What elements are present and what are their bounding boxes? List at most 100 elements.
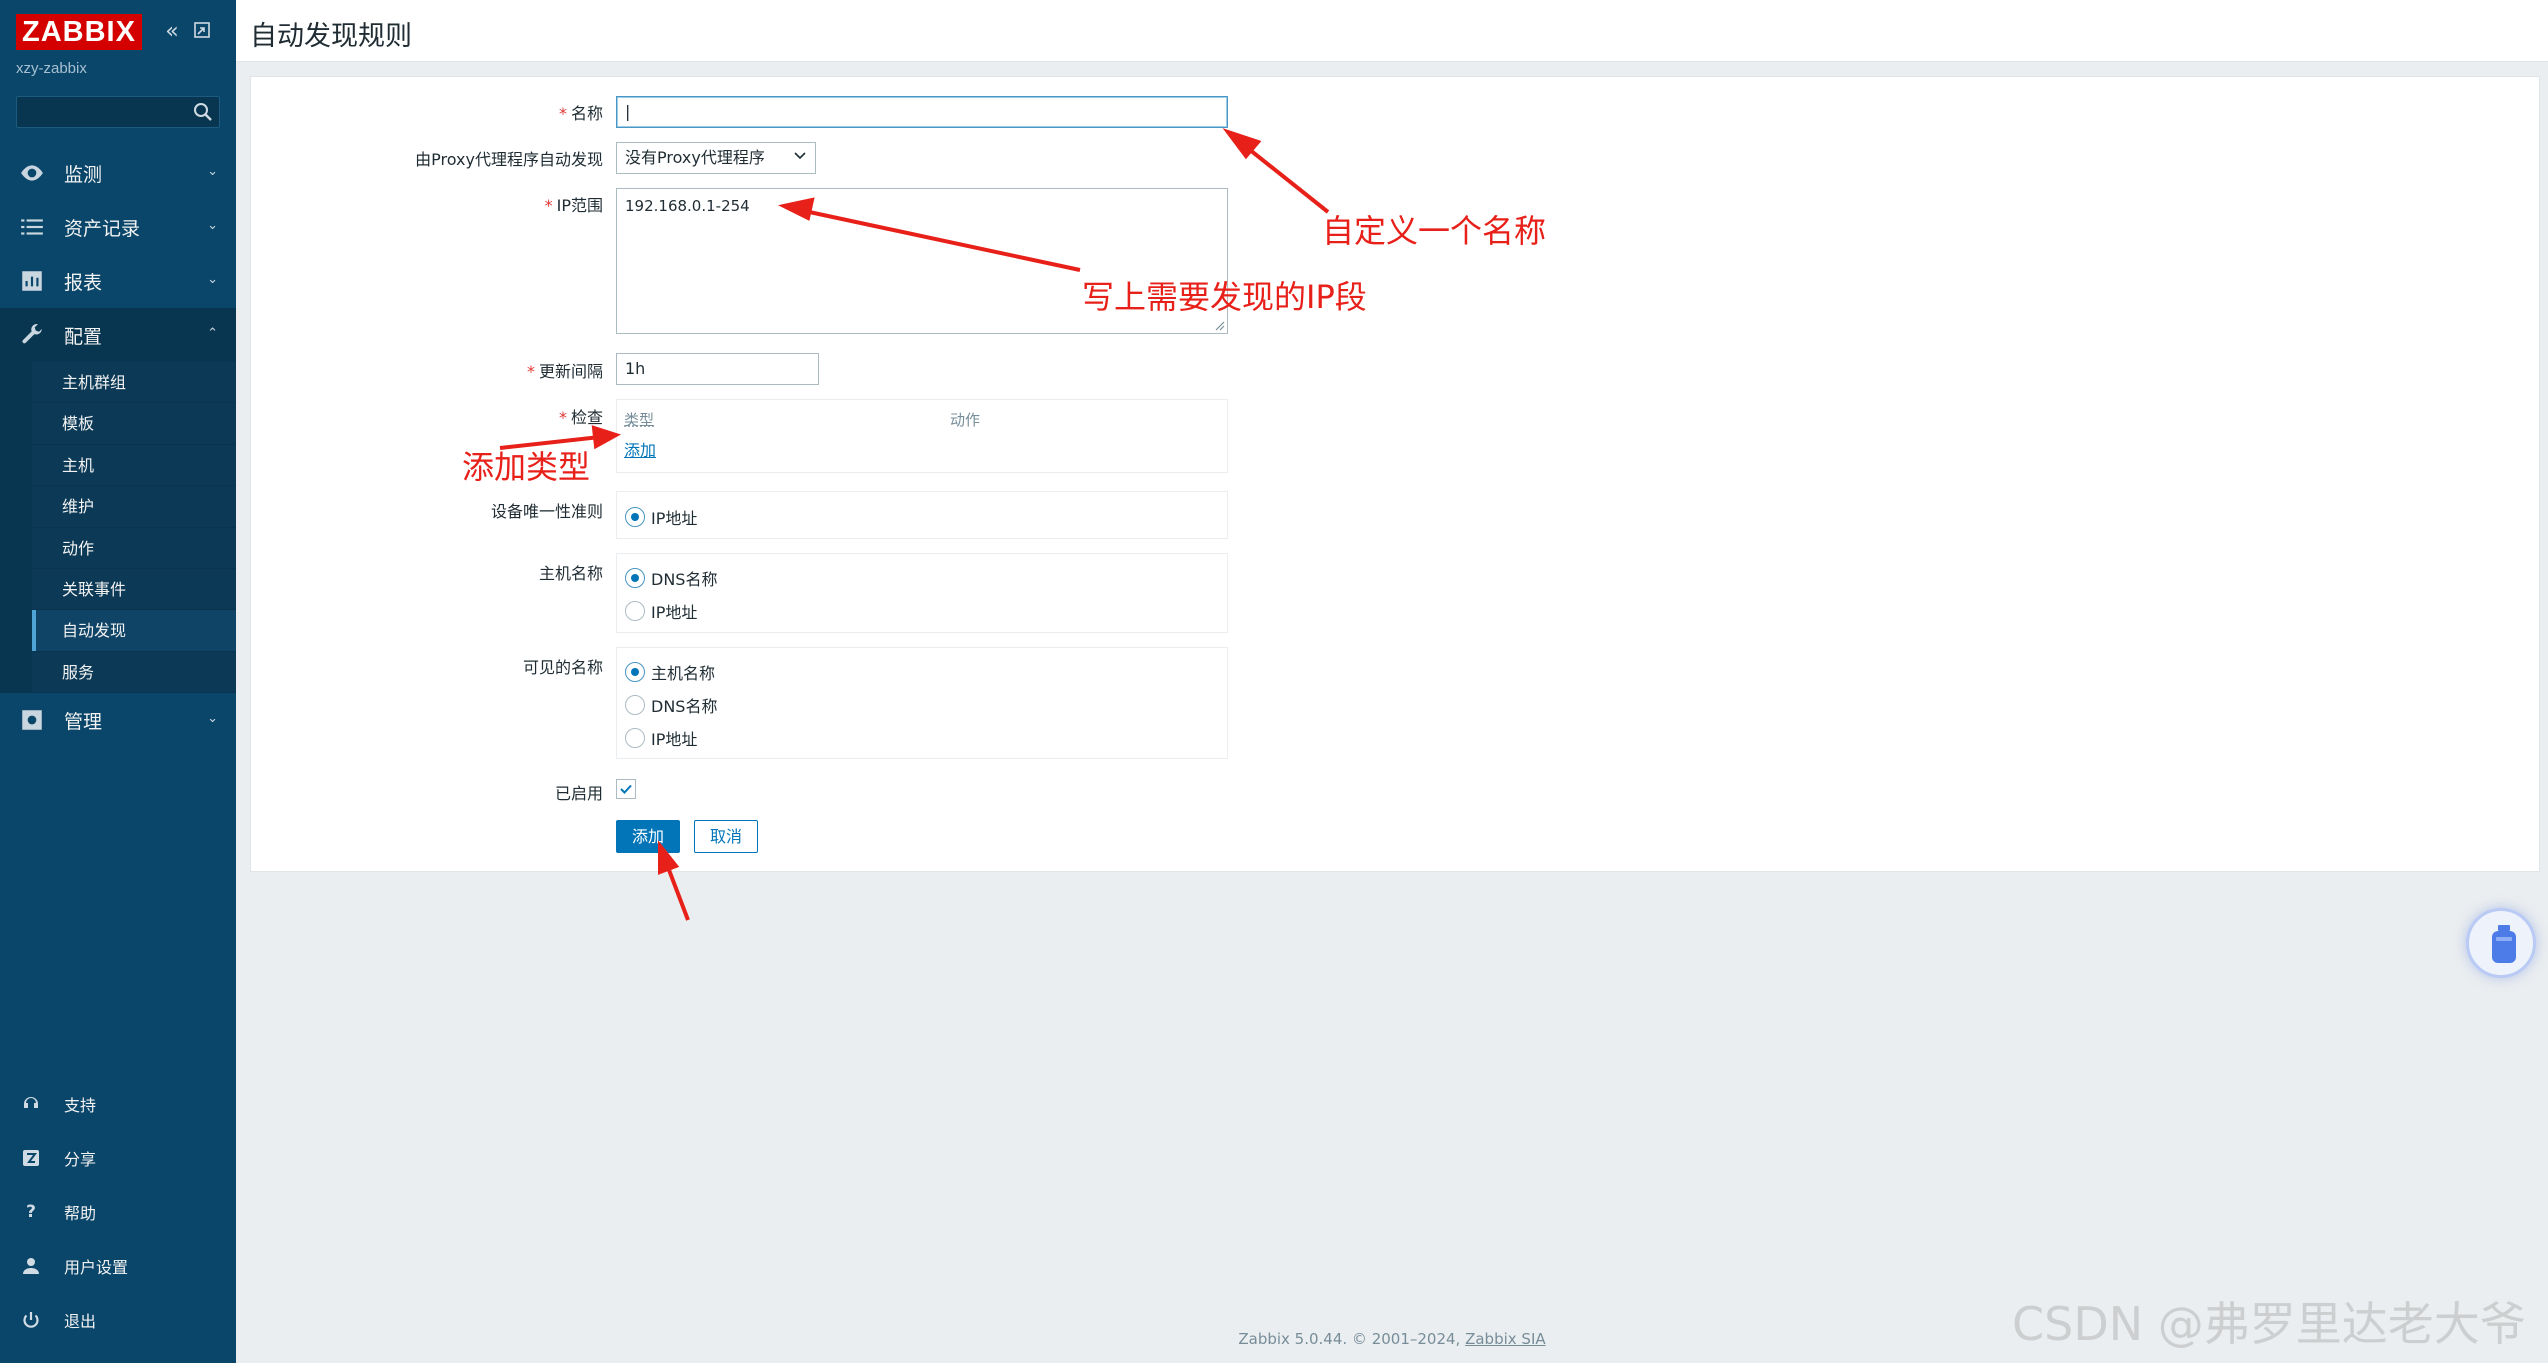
ip-range-label: * IP范围 <box>544 196 603 215</box>
main-menu: 监测 ⌄ 资产记录 ⌄ 报表 ⌄ 配置 ⌃ 主机群组 模板 主机 维护 动作 关… <box>0 146 236 747</box>
annotation-name: 自定义一个名称 <box>1322 212 1547 250</box>
wrench-icon <box>18 321 46 349</box>
chevron-down-icon: ⌄ <box>207 272 218 287</box>
watermark: CSDN @弗罗里达老大爷 <box>2012 1297 2526 1351</box>
radio-option[interactable]: 主机名称 <box>625 660 715 684</box>
name-input[interactable]: | <box>616 96 1228 128</box>
headset-icon <box>20 1093 42 1115</box>
radio-option[interactable]: DNS名称 <box>625 566 717 590</box>
sidebar: ZABBIX « xzy-zabbix 监测 ⌄ 资产记录 ⌄ 报表 ⌄ 配置 … <box>0 0 236 1363</box>
search-box <box>16 96 220 128</box>
checks-column-action: 动作 <box>950 411 981 429</box>
menu-item-label: 用户设置 <box>64 1258 129 1277</box>
search-input[interactable] <box>17 97 187 127</box>
add-check-link[interactable]: 添加 <box>624 437 656 461</box>
menu-item-reports[interactable]: 报表 ⌄ <box>0 254 236 308</box>
menu-item-share[interactable]: 分享 <box>0 1131 236 1185</box>
proxy-select-value: 没有Proxy代理程序 <box>625 148 765 167</box>
ip-range-value: 192.168.0.1-254 <box>625 197 750 215</box>
floating-assistant-widget[interactable] <box>2466 908 2536 978</box>
interval-label: * 更新间隔 <box>526 362 603 381</box>
power-icon <box>20 1309 42 1331</box>
footer-link[interactable]: Zabbix SIA <box>1465 1330 1546 1348</box>
interval-input[interactable]: 1h <box>616 353 819 385</box>
chevron-down-icon: ⌄ <box>207 218 218 233</box>
list-icon <box>18 213 46 241</box>
menu-item-monitoring[interactable]: 监测 ⌄ <box>0 146 236 200</box>
visible-name-radio-group: 主机名称 DNS名称 IP地址 <box>616 647 1228 759</box>
submenu-item-correlation[interactable]: 关联事件 <box>32 568 236 611</box>
radio-button[interactable] <box>625 507 645 527</box>
bar-chart-icon <box>18 267 46 295</box>
hostname-radio-group: DNS名称 IP地址 <box>616 553 1228 633</box>
radio-option[interactable]: IP地址 <box>625 726 697 750</box>
submenu-item-templates[interactable]: 模板 <box>32 403 236 445</box>
menu-item-label: 报表 <box>64 271 103 294</box>
uniqueness-label: 设备唯一性准则 <box>490 502 603 521</box>
submenu-item-host-groups[interactable]: 主机群组 <box>32 362 236 404</box>
chevron-down-icon <box>794 152 806 160</box>
submenu-item-services[interactable]: 服务 <box>32 651 236 694</box>
menu-item-label: 支持 <box>64 1096 97 1115</box>
submenu-item-hosts[interactable]: 主机 <box>32 444 236 487</box>
enabled-checkbox[interactable] <box>616 779 636 799</box>
menu-item-help[interactable]: ? 帮助 <box>0 1185 236 1239</box>
menu-item-label: 帮助 <box>64 1204 97 1223</box>
menu-item-label: 退出 <box>64 1312 97 1331</box>
radio-button[interactable] <box>625 728 645 748</box>
footer-text: Zabbix 5.0.44. © 2001–2024, <box>1238 1330 1466 1348</box>
zabbix-logo[interactable]: ZABBIX <box>16 14 142 50</box>
radio-option[interactable]: IP地址 <box>625 599 697 623</box>
menu-item-administration[interactable]: 管理 ⌄ <box>0 693 236 747</box>
server-name: xzy-zabbix <box>16 60 87 77</box>
bottom-menu: 支持 分享 ? 帮助 用户设置 退出 <box>0 1077 236 1347</box>
name-label: * 名称 <box>558 104 603 123</box>
menu-item-label: 资产记录 <box>64 217 141 240</box>
zabbix-share-icon <box>20 1147 42 1169</box>
chevron-down-icon: ⌄ <box>207 711 218 727</box>
radio-button[interactable] <box>625 662 645 682</box>
submenu-item-maintenance[interactable]: 维护 <box>32 486 236 528</box>
configuration-submenu: 主机群组 模板 主机 维护 动作 关联事件 自动发现 服务 <box>0 362 236 694</box>
page-title: 自动发现规则 <box>250 21 412 52</box>
visible-name-label: 可见的名称 <box>522 658 603 677</box>
battery-icon <box>2492 925 2516 963</box>
menu-item-user-settings[interactable]: 用户设置 <box>0 1239 236 1293</box>
menu-item-label: 管理 <box>64 710 103 733</box>
submenu-item-discovery[interactable]: 自动发现 <box>32 610 236 652</box>
radio-option[interactable]: DNS名称 <box>625 693 717 717</box>
annotation-type: 添加类型 <box>462 448 591 486</box>
eye-icon <box>18 159 46 187</box>
gear-icon <box>18 706 46 734</box>
help-icon: ? <box>26 1202 36 1222</box>
checks-column-type[interactable]: 类型 <box>624 409 654 430</box>
menu-item-support[interactable]: 支持 <box>0 1077 236 1131</box>
kiosk-mode-icon[interactable] <box>192 20 216 44</box>
menu-item-configuration[interactable]: 配置 ⌃ <box>0 308 236 362</box>
logo-row: ZABBIX <box>16 14 142 50</box>
submenu-item-actions[interactable]: 动作 <box>32 527 236 569</box>
proxy-select[interactable]: 没有Proxy代理程序 <box>616 142 816 174</box>
radio-button[interactable] <box>625 601 645 621</box>
add-button[interactable]: 添加 <box>616 820 680 853</box>
chevron-up-icon: ⌃ <box>207 326 218 341</box>
hostname-label: 主机名称 <box>538 564 603 583</box>
menu-item-sign-out[interactable]: 退出 <box>0 1293 236 1347</box>
collapse-sidebar-icon[interactable]: « <box>160 20 184 44</box>
radio-option[interactable]: IP地址 <box>625 505 697 529</box>
annotation-ip: 写上需要发现的IP段 <box>1082 278 1367 316</box>
menu-item-label: 分享 <box>64 1150 97 1169</box>
resize-handle-icon[interactable] <box>1213 319 1225 331</box>
chevron-down-icon: ⌄ <box>207 164 218 179</box>
radio-button[interactable] <box>625 568 645 588</box>
enabled-label: 已启用 <box>554 784 603 803</box>
menu-item-inventory[interactable]: 资产记录 ⌄ <box>0 200 236 254</box>
user-icon <box>20 1255 42 1277</box>
radio-button[interactable] <box>625 695 645 715</box>
page-header: 自动发现规则 <box>236 0 2548 62</box>
checkmark-icon <box>620 784 632 794</box>
search-icon[interactable] <box>193 102 213 122</box>
cancel-button[interactable]: 取消 <box>694 820 758 853</box>
menu-item-label: 监测 <box>64 163 103 186</box>
checks-table: 类型 动作 添加 <box>616 399 1228 473</box>
